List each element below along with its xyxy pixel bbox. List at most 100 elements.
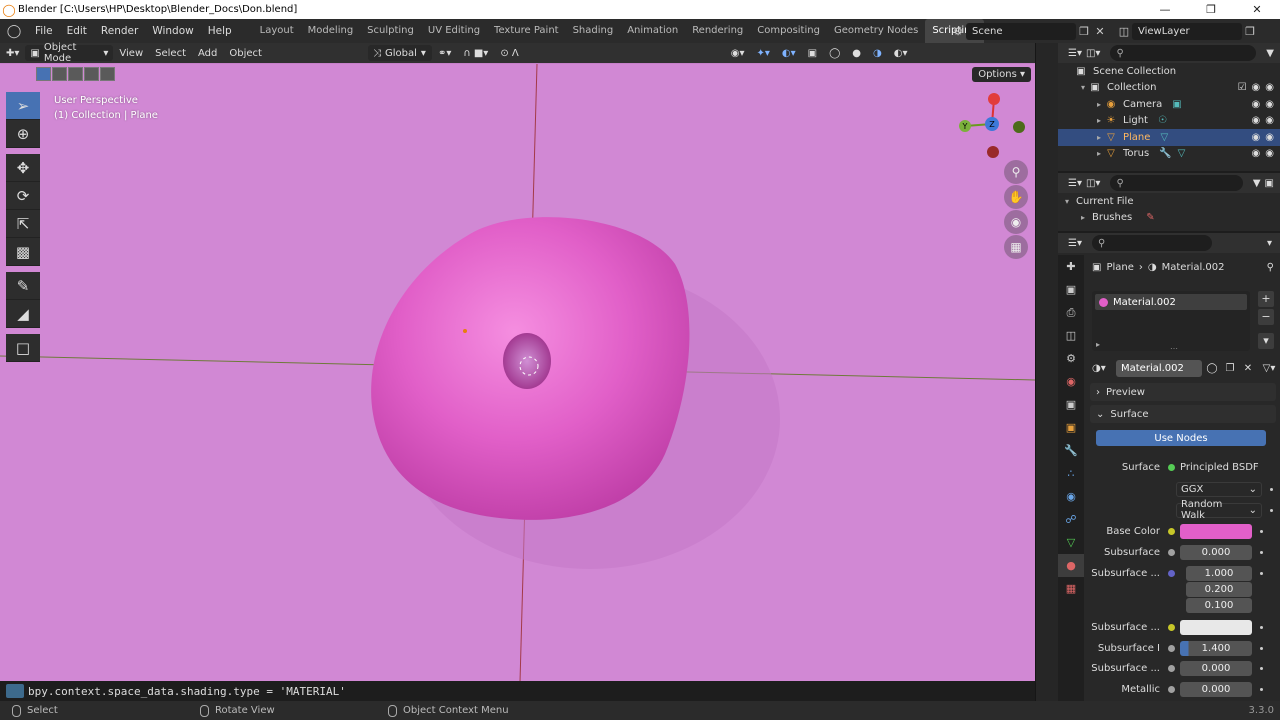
outliner-row-camera[interactable]: ▸ ◉ Camera ▣ ◉ ◉ [1058,96,1280,113]
base-color-swatch[interactable] [1180,523,1252,539]
new-folder-icon[interactable]: ▣ [1265,178,1274,189]
collection-tab-icon[interactable]: ▣ [1058,393,1084,416]
expand-icon[interactable]: ▸ [1096,340,1100,349]
add-cube-tool-icon[interactable]: □ [6,334,40,362]
resize-grip-icon[interactable]: … [1170,342,1178,351]
subsurface-color-swatch[interactable] [1180,619,1252,635]
pan-hand-icon[interactable]: ✋ [1004,185,1028,209]
properties-search-input[interactable]: ⚲ [1091,235,1212,251]
display-mode-icon[interactable]: ◫▾ [1086,178,1100,189]
distribution-dropdown[interactable]: GGX ⌄ [1176,481,1262,497]
scale-tool-icon[interactable]: ⇱ [6,210,40,238]
annotate-tool-icon[interactable]: ✎ [6,272,40,300]
viewlayer-icon[interactable]: ◫ [1116,23,1132,39]
select-extend-icon[interactable] [52,67,67,81]
animate-dot-icon[interactable] [1270,487,1273,491]
menu-view[interactable]: View [113,48,149,59]
delete-scene-icon[interactable]: ✕ [1092,23,1108,39]
blender-menu-icon[interactable]: ◯ [0,24,28,39]
menu-file[interactable]: File [28,19,60,43]
outliner-editor-icon[interactable]: ☰▾ [1068,48,1082,59]
new-scene-icon[interactable]: ❐ [1076,23,1092,39]
menu-add[interactable]: Add [192,48,223,59]
tab-layout[interactable]: Layout [253,19,301,43]
brushes-row[interactable]: ▸ Brushes ✎ [1058,210,1280,227]
overlay-toggle-icon[interactable]: ◐▾ [776,48,802,59]
menu-help[interactable]: Help [201,19,239,43]
proportional-edit-icon[interactable]: ⊙ Λ [494,48,524,59]
rotate-tool-icon[interactable]: ⟳ [6,182,40,210]
editor-type-icon[interactable]: ✚▾ [0,48,25,59]
tool-tab-icon[interactable]: ✚ [1058,255,1084,278]
checkbox-icon[interactable]: ☑ [1238,82,1247,93]
camera-render-icon[interactable]: ◉ [1265,99,1274,110]
material-tab-icon[interactable]: ● [1058,554,1084,577]
outliner-search-input[interactable]: ⚲ [1110,45,1257,61]
menu-select[interactable]: Select [149,48,192,59]
3d-viewport[interactable]: User Perspective (1) Collection | Plane … [0,63,1035,681]
menu-edit[interactable]: Edit [60,19,94,43]
select-box-tool-icon[interactable]: ➢ [6,92,40,120]
particles-tab-icon[interactable]: ∴ [1058,462,1084,485]
eye-icon[interactable]: ◉ [1252,132,1261,143]
shading-wireframe-icon[interactable]: ◯ [823,48,846,59]
collapse-icon[interactable]: ▾ [1062,197,1072,206]
subsurface-radius-x-field[interactable]: 1.000 [1186,565,1252,581]
animate-dot-icon[interactable] [1270,508,1273,512]
orientation-dropdown[interactable]: ⤨ Global ▾ [367,45,432,61]
animate-dot-icon[interactable] [1260,625,1263,629]
camera-render-icon[interactable]: ◉ [1265,148,1274,159]
info-editor-icon[interactable] [6,684,24,698]
minimize-button[interactable]: — [1142,0,1188,19]
menu-window[interactable]: Window [145,19,200,43]
maximize-button[interactable]: ❐ [1188,0,1234,19]
scene-tab-icon[interactable]: ⚙ [1058,347,1084,370]
subsurface-radius-y-field[interactable]: 0.200 [1186,581,1252,597]
material-slot-list[interactable]: Material.002 ▸ … [1092,291,1250,351]
texture-tab-icon[interactable]: ▦ [1058,577,1084,600]
shading-material-icon[interactable]: ◑ [867,48,888,59]
visibility-icon[interactable]: ◉▾ [725,48,751,59]
use-nodes-button[interactable]: Use Nodes [1096,430,1266,446]
outliner-row-collection[interactable]: ▾ ▣ Collection ☑ ◉ ◉ [1058,80,1280,97]
eye-icon[interactable]: ◉ [1252,115,1261,126]
physics-tab-icon[interactable]: ◉ [1058,485,1084,508]
pin-icon[interactable]: ⚲ [1267,262,1274,273]
xray-icon[interactable]: ▣ [802,48,823,59]
animate-dot-icon[interactable] [1260,666,1263,670]
object-tab-icon[interactable]: ▣ [1058,416,1084,439]
camera-view-icon[interactable]: ◉ [1004,210,1028,234]
display-mode-icon[interactable]: ◫▾ [1086,48,1100,59]
chevron-down-icon[interactable]: ▾ [1267,238,1272,249]
animate-dot-icon[interactable] [1260,550,1263,554]
slot-menu-icon[interactable]: ▾ [1258,333,1274,349]
navigation-gizmo[interactable]: Y Z [945,89,1035,169]
scene-icon[interactable]: ⚙ [950,23,966,39]
tab-uv-editing[interactable]: UV Editing [421,19,487,43]
menu-object[interactable]: Object [223,48,268,59]
expand-icon[interactable]: ▸ [1094,133,1104,142]
select-new-icon[interactable] [36,67,51,81]
tab-modeling[interactable]: Modeling [301,19,361,43]
tab-compositing[interactable]: Compositing [750,19,827,43]
mode-dropdown[interactable]: ▣ Object Mode ▾ [25,42,114,64]
metallic-field[interactable]: 0.000 [1180,681,1252,697]
editor-type-icon[interactable]: ☰▾ [1068,178,1082,189]
current-file-row[interactable]: ▾ Current File [1058,193,1280,210]
surface-shader-value[interactable]: Principled BSDF [1180,462,1259,473]
subsurface-radius-z-field[interactable]: 0.100 [1186,597,1252,613]
duplicate-material-icon[interactable]: ❐ [1222,363,1238,374]
subsurface-anisotropy-field[interactable]: 0.000 [1180,660,1252,676]
preview-section[interactable]: › Preview [1090,383,1276,401]
remove-slot-icon[interactable]: − [1258,309,1274,325]
tab-texture-paint[interactable]: Texture Paint [487,19,566,43]
camera-render-icon[interactable]: ◉ [1265,82,1274,93]
eye-icon[interactable]: ◉ [1252,99,1261,110]
select-invert-icon[interactable] [84,67,99,81]
eye-icon[interactable]: ◉ [1252,82,1261,93]
expand-icon[interactable]: ▸ [1094,100,1104,109]
camera-render-icon[interactable]: ◉ [1265,132,1274,143]
surface-section[interactable]: ⌄ Surface [1090,405,1276,423]
subsurface-method-dropdown[interactable]: Random Walk ⌄ [1176,499,1262,521]
animate-dot-icon[interactable] [1260,529,1263,533]
